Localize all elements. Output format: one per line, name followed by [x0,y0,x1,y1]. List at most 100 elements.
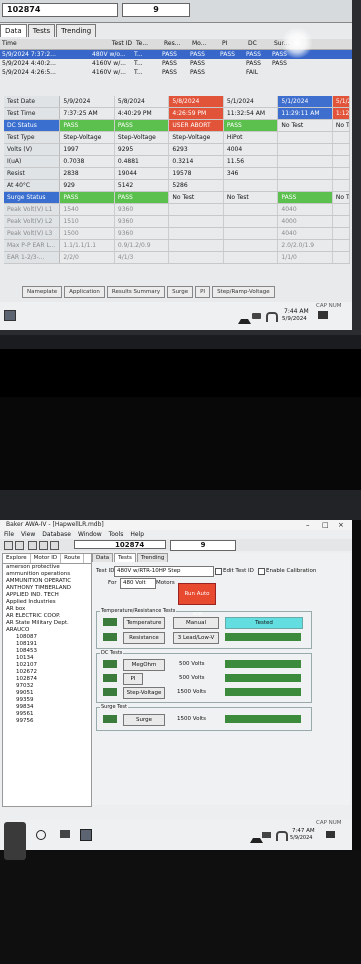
tree-subitem[interactable]: 99359 [6,697,91,704]
cell: T... [134,51,143,58]
tree-subitem[interactable]: 108191 [6,641,91,648]
tab-trending[interactable]: Trending [136,553,169,562]
tested-status: Tested [225,617,303,629]
surge-button[interactable]: Surge [123,714,165,726]
temperature-button[interactable]: Temperature [123,617,165,629]
cell: T... [134,60,143,67]
menu-window[interactable]: Window [78,530,102,539]
megohm-button[interactable]: MegOhm [123,659,165,671]
tree-item[interactable]: AR box [6,606,91,613]
manual-button[interactable]: Manual [173,617,219,629]
clock-time[interactable]: 7:47 AM [292,828,315,834]
clock-date[interactable]: 5/9/2024 [290,835,312,841]
motor-id-box[interactable]: 102874 [2,3,118,17]
help-icon[interactable] [50,541,59,550]
tab-application[interactable]: Application [64,286,105,298]
tree-subitem[interactable]: 108087 [6,634,91,641]
tab-data[interactable]: Data [92,553,114,562]
tree-item[interactable]: ANTHONY TIMBERLAND [6,585,91,592]
voltage-select[interactable]: 480 Volt [120,578,156,589]
run-auto-test-button[interactable]: Run Auto Test [178,583,216,617]
tree-subitem[interactable]: 102874 [6,676,91,683]
menu-database[interactable]: Database [42,530,71,539]
search-icon[interactable] [36,830,46,840]
pi-button[interactable]: PI [123,673,143,685]
tree-item[interactable]: ARAUCO [6,627,91,634]
resistance-button[interactable]: Resistance [123,632,165,644]
result-cell: 2838 [60,168,115,179]
tree-subitem[interactable]: 102107 [6,662,91,669]
col-res[interactable]: Res... [162,39,190,49]
clock-date[interactable]: 5/9/2024 [282,316,307,322]
col-pi[interactable]: PI [220,39,246,49]
save-icon[interactable] [39,541,48,550]
tree-item[interactable]: APPLIED IND. TECH [6,592,91,599]
tab-trending[interactable]: Trending [56,24,97,37]
result-cell: PASS [60,120,115,131]
tab-step-ramp-voltage[interactable]: Step/Ramp-Voltage [212,286,275,298]
tab-explore[interactable]: Explore [3,554,31,563]
menu-help[interactable]: Help [130,530,144,539]
tab-pi[interactable]: PI [195,286,211,298]
tab-data[interactable]: Data [0,24,27,37]
tree-item[interactable]: AR State Military Dept. [6,620,91,627]
maximize-icon[interactable]: □ [322,521,329,529]
tab-route[interactable]: Route [61,554,85,563]
test-id-select[interactable]: 480V w/RTR-10HP Step [114,566,214,577]
result-cell: No Te [333,120,350,131]
tree-item[interactable]: AMMUNITION OPERATIC [6,578,91,585]
test-id-label: Test ID [96,568,115,574]
table-row[interactable]: 5/9/2024 4:26:5... 4160V w/... T... PASS… [0,68,352,77]
tree-subitem[interactable]: 97032 [6,683,91,690]
col-time[interactable]: Time [0,39,90,49]
tree-subitem[interactable]: 102672 [6,669,91,676]
tab-motor-id[interactable]: Motor ID [31,554,62,563]
battery-icon[interactable] [252,313,261,319]
tab-results-summary[interactable]: Results Summary [106,286,166,298]
menu-tools[interactable]: Tools [109,530,124,539]
app-icon[interactable] [4,310,16,321]
open-icon[interactable] [15,541,24,550]
tree-item[interactable]: AR ELECTRIC COOP. [6,613,91,620]
network-icon[interactable] [276,831,288,841]
enable-calibration-checkbox[interactable] [258,568,265,575]
col-test-id[interactable]: Test ID [90,39,134,49]
menu-view[interactable]: View [21,530,35,539]
close-icon[interactable]: × [338,521,344,529]
tab-surge[interactable]: Surge [167,286,194,298]
table-row[interactable]: 5/9/2024 4:40:2... 4160V w/... T... PASS… [0,59,352,68]
lead-low-v-button[interactable]: 3 Lead/Low-V [173,632,219,644]
battery-icon[interactable] [262,832,271,838]
col-test[interactable]: Te... [134,39,162,49]
edit-test-id-checkbox[interactable] [215,568,222,575]
motor-id-box[interactable]: 102874 [74,540,166,549]
tree-subitem[interactable]: 108453 [6,648,91,655]
network-icon[interactable] [266,312,278,322]
menu-file[interactable]: File [4,530,14,539]
new-icon[interactable] [4,541,13,550]
notification-icon[interactable] [326,831,335,838]
tree-item[interactable]: Applied Industries [6,599,91,606]
tree-subitem[interactable]: 99756 [6,718,91,725]
notification-icon[interactable] [318,311,328,319]
col-mo[interactable]: Mo... [190,39,220,49]
tree-item[interactable]: ammunition operations [6,571,91,578]
clock-time[interactable]: 7:44 AM [284,308,309,315]
tab-tests[interactable]: Tests [27,24,56,37]
step-voltage-button[interactable]: Step-Voltage [123,687,165,699]
tab-nameplate[interactable]: Nameplate [22,286,63,298]
chevron-up-icon[interactable] [238,314,251,324]
tab-tests[interactable]: Tests [114,553,136,562]
print-icon[interactable] [28,541,37,550]
tree-subitem[interactable]: 99051 [6,690,91,697]
app-icon[interactable] [80,829,92,841]
result-row: Peak Volt(V) L2 1510 9360 4000 [4,216,350,228]
tree-subitem[interactable]: 99834 [6,704,91,711]
file-explorer-icon[interactable] [60,830,70,838]
tree-subitem[interactable]: 99561 [6,711,91,718]
col-dc[interactable]: DC [246,39,272,49]
minimize-icon[interactable]: – [306,521,310,529]
tree-subitem[interactable]: 10134 [6,655,91,662]
tree-item[interactable]: amerson protective [6,564,91,571]
result-cell: 1.1/1.1/1.1 [60,240,115,251]
